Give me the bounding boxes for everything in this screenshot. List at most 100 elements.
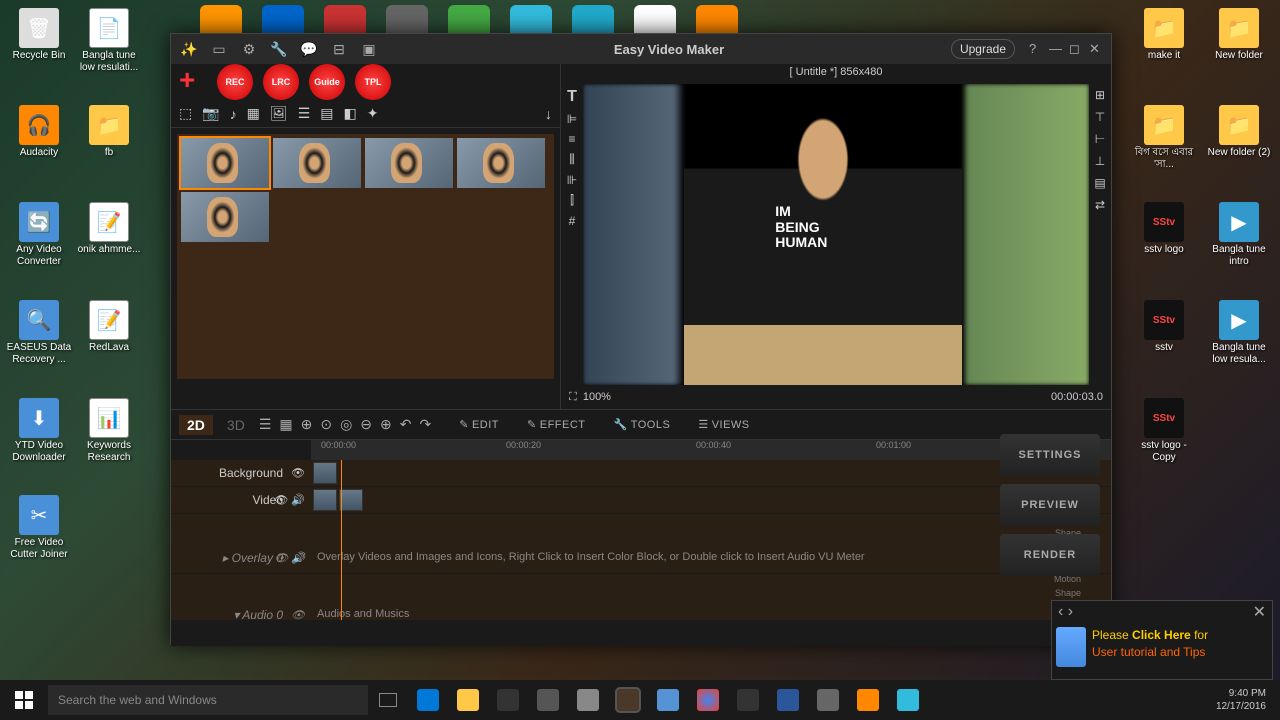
color-icon[interactable]: ◧	[343, 105, 356, 122]
tb-app3-icon[interactable]	[648, 680, 688, 720]
align-v-icon[interactable]: ⊪	[567, 173, 577, 187]
puzzle-icon[interactable]: ✦	[367, 105, 379, 122]
desktop-redlava[interactable]: 📝RedLava	[75, 300, 143, 354]
tb-store-icon[interactable]	[488, 680, 528, 720]
popup-text[interactable]: Please Click Here for User tutorial and …	[1092, 627, 1208, 667]
tb-chrome2-icon[interactable]	[688, 680, 728, 720]
screen-icon[interactable]: ▣	[357, 37, 381, 61]
zoom-out-icon[interactable]: ⊖	[360, 416, 372, 433]
desktop-audacity[interactable]: 🎧Audacity	[5, 105, 73, 159]
music-icon[interactable]: ♪	[230, 106, 237, 122]
media-thumb-2[interactable]	[273, 138, 361, 188]
tb-app5-icon[interactable]	[808, 680, 848, 720]
track-bg[interactable]	[311, 460, 1111, 486]
chat-icon[interactable]: 💬	[297, 37, 321, 61]
popup-close-icon[interactable]: ✕	[1253, 602, 1266, 622]
crop-icon[interactable]: ⬚	[179, 105, 192, 122]
tb-app1-icon[interactable]	[528, 680, 568, 720]
align-center-icon[interactable]: ≡	[568, 132, 575, 146]
desktop-bigboss[interactable]: 📁বিগ বসে এবার 'সা...	[1130, 105, 1198, 171]
tb-word-icon[interactable]	[768, 680, 808, 720]
track-overlay[interactable]: Overlay Videos and Images and Icons, Rig…	[311, 545, 1111, 571]
gear-icon[interactable]: ⚙	[237, 37, 261, 61]
stop-circle-icon[interactable]: ◎	[340, 416, 352, 433]
tb-app2-icon[interactable]	[568, 680, 608, 720]
rec-button[interactable]: REC	[217, 64, 253, 100]
tb-explorer-icon[interactable]	[448, 680, 488, 720]
desktop-keywords[interactable]: 📊Keywords Research	[75, 398, 143, 464]
tb-edge-icon[interactable]	[408, 680, 448, 720]
edit-button[interactable]: ✎ EDIT	[459, 418, 499, 431]
eye-icon[interactable]: 👁	[291, 609, 305, 621]
start-button[interactable]	[4, 680, 44, 720]
folder-icon[interactable]: ▭	[207, 37, 231, 61]
track-audio[interactable]: Audios and Musics	[311, 602, 1111, 620]
minimize-icon[interactable]: —	[1049, 41, 1065, 57]
track-video[interactable]	[311, 487, 1111, 513]
taskbar-search[interactable]: Search the web and Windows	[48, 685, 368, 715]
download-icon[interactable]: ↓	[545, 106, 552, 122]
list-icon[interactable]: ☰	[298, 105, 311, 122]
desktop-makeit[interactable]: 📁make it	[1130, 8, 1198, 62]
maximize-icon[interactable]: ◻	[1069, 41, 1085, 57]
guide-button[interactable]: Guide	[309, 64, 345, 100]
eye-icon[interactable]: 👁 🔊	[274, 551, 305, 564]
tb-app6-icon[interactable]	[848, 680, 888, 720]
desktop-banglatune-intro[interactable]: ▶Bangla tune intro	[1205, 202, 1273, 268]
fullscreen-icon[interactable]: ⛶	[569, 391, 577, 404]
desktop-fb[interactable]: 📁fb	[75, 105, 143, 159]
play-circle-icon[interactable]: ⊙	[320, 416, 332, 433]
playhead[interactable]	[341, 460, 342, 620]
desktop-easeus[interactable]: 🔍EASEUS Data Recovery ...	[5, 300, 73, 366]
align-bottom-icon[interactable]: ⊥	[1095, 154, 1105, 168]
eye-icon[interactable]: 👁	[291, 467, 305, 480]
tools-button[interactable]: 🔧 TOOLS	[614, 418, 671, 431]
arrow-circle-icon[interactable]: ⊕	[301, 416, 313, 433]
tpl-button[interactable]: TPL	[355, 64, 391, 100]
popup-next-icon[interactable]: ›	[1068, 603, 1073, 620]
desktop-sstvlogo-copy[interactable]: SStvsstv logo - Copy	[1130, 398, 1198, 464]
help-icon[interactable]: ?	[1029, 41, 1045, 57]
effect-button[interactable]: ✎ EFFECT	[527, 418, 586, 431]
list-view-icon[interactable]: ☰	[259, 416, 272, 433]
desktop-onik[interactable]: 📝onik ahmme...	[75, 202, 143, 256]
media-thumb-4[interactable]	[457, 138, 545, 188]
wrench-icon[interactable]: 🔧	[267, 37, 291, 61]
popup-prev-icon[interactable]: ‹	[1058, 603, 1063, 620]
bars-icon[interactable]: ▤	[320, 105, 333, 122]
taskbar-clock[interactable]: 9:40 PM12/17/2016	[1216, 687, 1276, 713]
desktop-bangla-tune[interactable]: 📄Bangla tune low resulati...	[75, 8, 143, 74]
media-thumb-5[interactable]	[181, 192, 269, 242]
text-tool-icon[interactable]: T	[567, 88, 577, 106]
desktop-banglatune-low[interactable]: ▶Bangla tune low resula...	[1205, 300, 1273, 366]
distribute-icon[interactable]: ⫿	[570, 193, 574, 208]
desktop-ytd[interactable]: ⬇YTD Video Downloader	[5, 398, 73, 464]
camera-icon[interactable]: 📷	[202, 105, 219, 122]
video-icon[interactable]: ▦	[247, 105, 260, 122]
preview-button[interactable]: PREVIEW	[1000, 484, 1100, 526]
desktop-newfolder2[interactable]: 📁New folder (2)	[1205, 105, 1273, 159]
layers-icon[interactable]: ▤	[1094, 176, 1105, 190]
undo-icon[interactable]: ↶	[400, 416, 412, 433]
tb-app4-icon[interactable]	[728, 680, 768, 720]
upgrade-button[interactable]: Upgrade	[951, 39, 1015, 59]
views-button[interactable]: ☰ VIEWS	[698, 418, 749, 431]
grid-view-icon[interactable]: ▦	[279, 416, 292, 433]
desktop-anyvideo[interactable]: 🔄Any Video Converter	[5, 202, 73, 268]
swap-icon[interactable]: ⇄	[1095, 198, 1105, 212]
desktop-cutter[interactable]: ✂Free Video Cutter Joiner	[5, 495, 73, 561]
align-h-icon[interactable]: ⫼	[569, 152, 575, 167]
redo-icon[interactable]: ↷	[420, 416, 432, 433]
magic-wand-icon[interactable]: ✨	[177, 37, 201, 61]
mode-3d-button[interactable]: 3D	[221, 415, 251, 435]
align-left-icon[interactable]: ⊫	[567, 112, 577, 126]
image-icon[interactable]: 🖼	[270, 105, 288, 122]
desktop-recycle-bin[interactable]: 🗑Recycle Bin	[5, 8, 73, 62]
tb-easyvideo-icon[interactable]	[608, 680, 648, 720]
preview-canvas[interactable]: IM BEING HUMAN	[583, 84, 1089, 385]
mode-2d-button[interactable]: 2D	[179, 415, 213, 435]
eye-icon[interactable]: 👁 🔊	[274, 494, 305, 507]
media-thumb-1[interactable]	[181, 138, 269, 188]
timeline-ruler[interactable]: 00:00:00 00:00:20 00:00:40 00:01:00	[311, 440, 1111, 460]
settings-button[interactable]: SETTINGS	[1000, 434, 1100, 476]
